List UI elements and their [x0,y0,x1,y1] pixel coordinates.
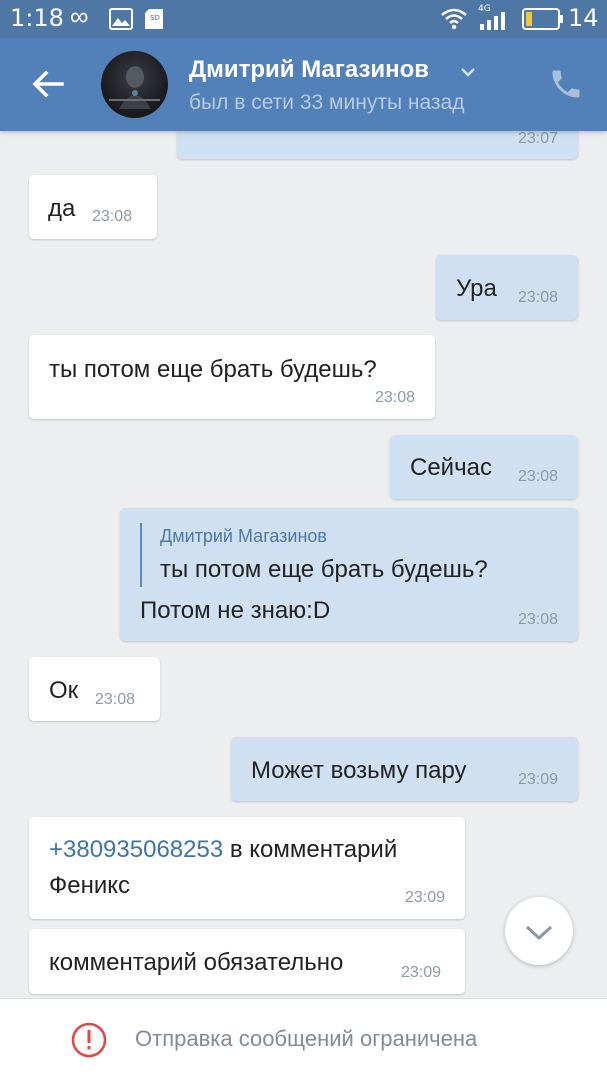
message-text: ты потом еще брать будешь? [49,356,377,383]
message-time: 23:08 [374,389,415,406]
sd-card-icon: SD [145,9,163,29]
message-time: 23:08 [517,468,558,485]
message-bubble-outgoing[interactable]: Дмитрий Магазинов ты потом еще брать буд… [120,508,578,641]
message-time: 23:09 [404,889,445,906]
avatar[interactable] [101,51,168,118]
scroll-to-bottom-button[interactable] [505,897,573,965]
chevron-down-icon[interactable] [456,60,480,84]
message-bubble-outgoing[interactable]: Сейчас 23:08 [390,435,578,499]
contact-last-seen: был в сети 33 минуты назад [189,91,465,114]
message-bubble-outgoing[interactable]: Может возьму пару 23:09 [231,737,578,801]
phone-call-icon[interactable] [548,66,584,102]
message-text-part: в комментарий [223,836,398,863]
back-arrow-icon[interactable] [24,60,72,108]
message-text: Ок [49,677,79,704]
message-time: 23:09 [401,964,442,981]
message-text: Может возьму пару [251,757,467,784]
message-text: Сейчас [410,454,492,481]
message-time: 23:08 [95,691,136,708]
message-restriction-bar: Отправка сообщений ограничена [0,998,607,1081]
message-text: +380935068253 в комментарий [49,836,397,864]
message-time: 23:08 [92,208,133,225]
message-text-line2: Феникс [49,872,131,899]
message-time: 23:08 [517,611,558,628]
message-bubble-incoming[interactable]: да 23:08 [29,175,157,239]
message-text: Потом не знаю:D [140,597,331,624]
status-time: 1:18 [10,4,64,32]
message-bubble-incoming[interactable]: +380935068253 в комментарий Феникс 23:09 [29,817,465,919]
svg-text:SD: SD [150,14,160,22]
reply-quoted-text: ты потом еще брать будешь? [160,556,488,583]
battery-level: 14 [568,4,599,32]
chat-header: Дмитрий Магазинов был в сети 33 минуты н… [0,38,607,131]
restriction-notice: Отправка сообщений ограничена [135,1026,478,1051]
message-time: 23:08 [517,289,558,306]
message-bubble-incoming[interactable]: Ок 23:08 [29,657,160,721]
phone-number-link[interactable]: +380935068253 [49,836,223,863]
warning-icon [71,1022,107,1058]
message-time: 23:09 [517,771,558,788]
message-text: Ура [456,275,497,302]
battery-icon [522,8,563,30]
message-bubble-outgoing[interactable]: Ура 23:08 [436,255,578,320]
message-time: 23:07 [517,130,558,147]
reply-quote-bar [140,523,142,587]
signal-icon [480,12,505,30]
reply-author[interactable]: Дмитрий Магазинов [160,526,327,547]
message-text: да [48,195,76,222]
wifi-icon [441,8,467,30]
infinity-icon: ∞ [70,1,89,31]
status-bar: 1:18 ∞ SD 4G 14 [0,0,607,38]
image-icon [109,8,133,30]
message-bubble-incoming[interactable]: комментарий обязательно 23:09 [29,929,465,994]
chevron-down-icon [525,925,553,941]
message-text: комментарий обязательно [49,949,344,976]
message-bubble-incoming[interactable]: ты потом еще брать будешь? 23:08 [29,335,435,419]
contact-name[interactable]: Дмитрий Магазинов [189,56,429,84]
